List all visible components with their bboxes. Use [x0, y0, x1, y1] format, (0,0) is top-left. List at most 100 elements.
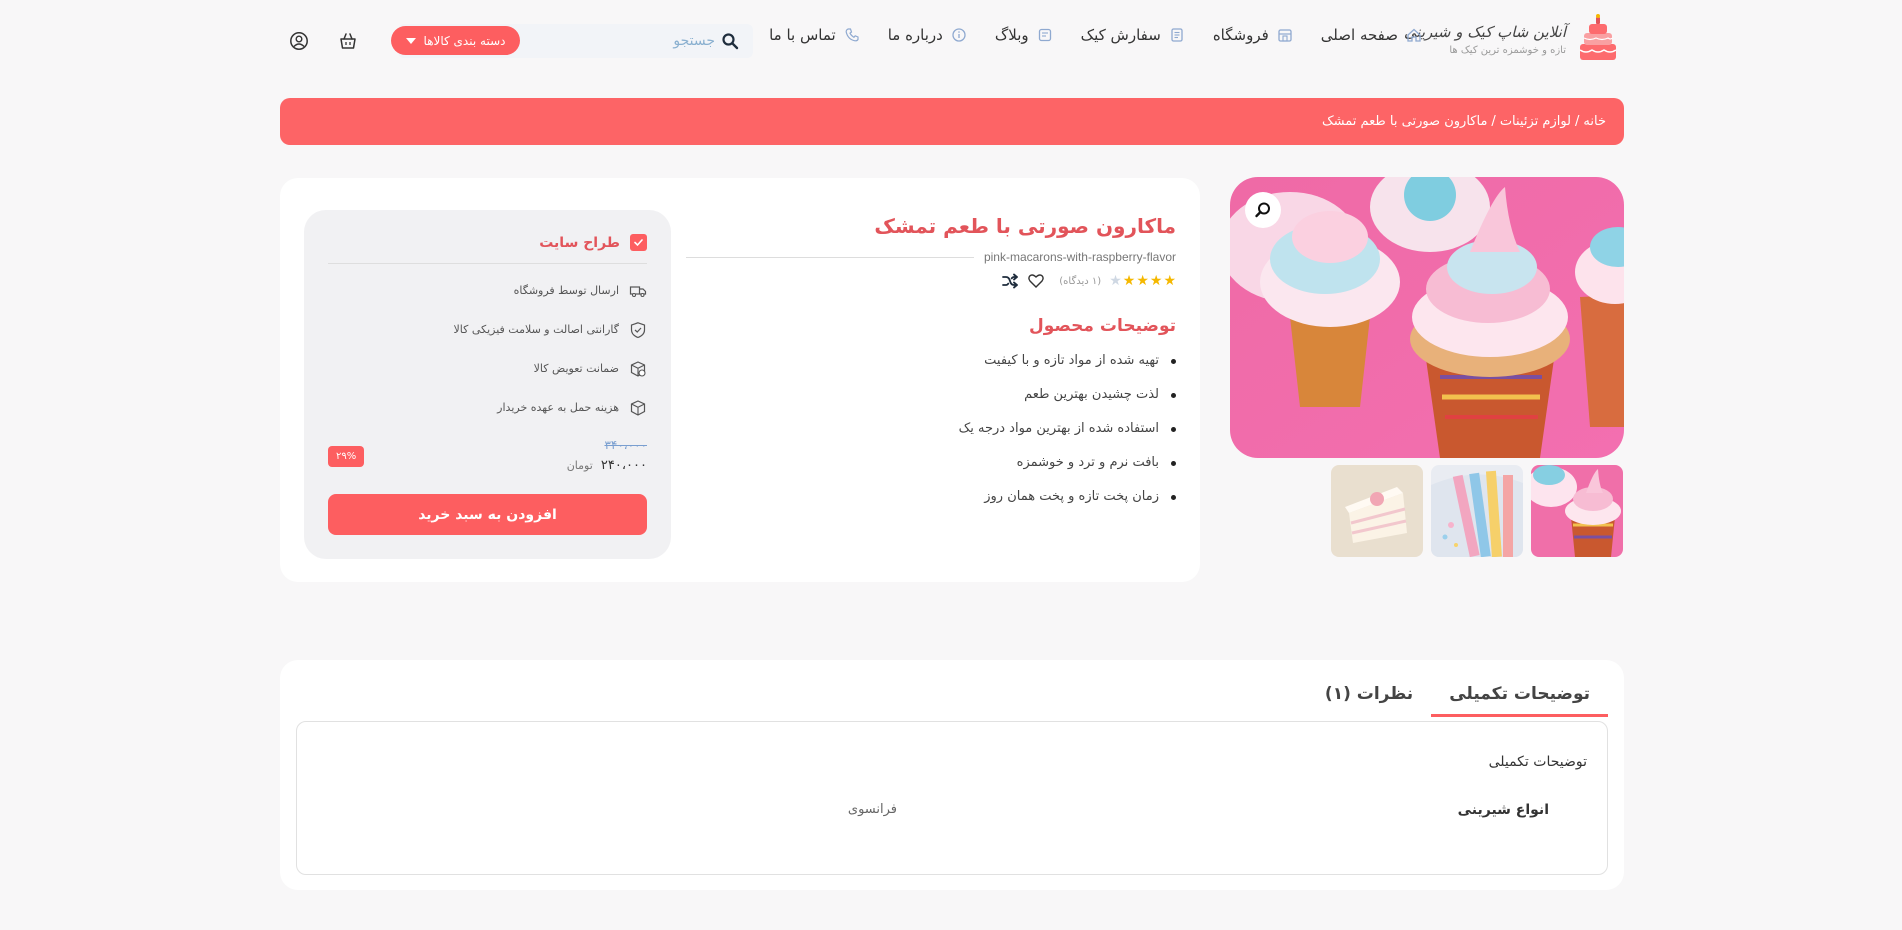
breadcrumb-home[interactable]: خانه	[1583, 114, 1606, 129]
home-icon	[1407, 28, 1421, 42]
nav-about-label: درباره ما	[887, 26, 943, 44]
product-info: ماکارون صورتی با طعم تمشک pink-macarons-…	[686, 214, 1176, 514]
rating-stars[interactable]: ★ ★ ★ ★ ★	[1109, 274, 1176, 288]
site-header: آنلاین شاپ کیک و شیرینی تازه و خوشمزه تر…	[0, 0, 1902, 84]
store-icon	[1278, 29, 1292, 42]
new-price: ۲۴۰،۰۰۰ تومان	[567, 458, 647, 473]
shield-icon	[630, 321, 646, 338]
feature-warranty: گارانتی اصالت و سلامت فیزیکی کالا	[328, 317, 647, 342]
breadcrumb-current: ماکارون صورتی با طعم تمشک	[1322, 114, 1488, 129]
breadcrumb: خانه / لوازم تزئینات / ماکارون صورتی با …	[280, 98, 1624, 145]
basket-icon[interactable]	[338, 31, 358, 51]
list-item: لذت چشیدن بهترین طعم	[686, 378, 1176, 412]
check-icon	[630, 234, 647, 251]
nav-order-label: سفارش کیک	[1080, 26, 1161, 44]
feature-shipping: ارسال توسط فروشگاه	[328, 278, 647, 303]
discount-badge: ۲۹%	[328, 446, 365, 467]
tab-bar: توضیحات تکمیلی نظرات (۱)	[1307, 684, 1608, 717]
sprinkles-thumb-image	[1431, 465, 1523, 557]
cupcake-thumb-image	[1531, 465, 1623, 557]
price-value: ۲۴۰،۰۰۰	[600, 458, 647, 473]
nav-home-label: صفحه اصلی	[1320, 26, 1398, 44]
cake-logo-icon	[1579, 14, 1617, 60]
nav-order-cake[interactable]: سفارش کیک	[1081, 26, 1185, 44]
rating-row: ★ ★ ★ ★ ★ (۱ دیدگاه)	[686, 272, 1176, 290]
feature-label: ضمانت تعویض کالا	[533, 362, 619, 375]
cake-slice-thumb-image	[1331, 465, 1423, 557]
star-icon: ★	[1122, 273, 1136, 289]
divider	[686, 256, 974, 258]
order-icon	[1171, 28, 1183, 42]
breadcrumb-separator: /	[1575, 114, 1580, 129]
thumbnail-sprinkles[interactable]	[1431, 465, 1523, 557]
old-price: ۳۴۰،۰۰۰	[604, 438, 647, 452]
review-count[interactable]: (۱ دیدگاه)	[1059, 276, 1101, 287]
description-title: توضیحات محصول	[1029, 316, 1176, 336]
blog-icon	[1038, 28, 1051, 42]
site-logo[interactable]: آنلاین شاپ کیک و شیرینی تازه و خوشمزه تر…	[1404, 14, 1622, 64]
cupcake-image	[1230, 177, 1624, 458]
category-button-label: دسته بندی کالاها	[423, 33, 506, 48]
tab-panel: توضیحات تکمیلی انواع شیرینی فرانسوی	[296, 721, 1608, 875]
feature-delivery-cost: هزینه حمل به عهده خریدار	[328, 395, 647, 420]
panel-title: توضیحات تکمیلی	[1488, 754, 1587, 770]
nav-contact-label: تماس با ما	[769, 26, 836, 44]
list-item: بافت نرم و ترد و خوشمزه	[686, 446, 1176, 480]
product-title: ماکارون صورتی با طعم تمشک	[874, 214, 1176, 238]
product-slug: pink-macarons-with-raspberry-flavor	[983, 250, 1176, 264]
main-nav: صفحه اصلی فروشگاه سفارش کیک وبلاگ درباره…	[769, 26, 1422, 44]
compare-shuffle-icon[interactable]	[1001, 272, 1019, 290]
slug-row: pink-macarons-with-raspberry-flavor	[686, 250, 1176, 264]
brand-name: آنلاین شاپ کیک و شیرینی	[1403, 22, 1566, 41]
phone-icon	[845, 28, 859, 42]
list-item: تهیه شده از مواد تازه و با کیفیت	[686, 344, 1176, 378]
attribute-value: فرانسوی	[847, 802, 897, 817]
nav-store-label: فروشگاه	[1212, 26, 1269, 44]
star-icon: ★	[1163, 273, 1176, 289]
tab-reviews[interactable]: نظرات (۱)	[1307, 684, 1431, 717]
breadcrumb-category[interactable]: لوازم تزئینات	[1500, 114, 1571, 129]
feature-label: گارانتی اصالت و سلامت فیزیکی کالا	[453, 323, 620, 336]
feature-label: هزینه حمل به عهده خریدار	[497, 401, 619, 414]
description-list: تهیه شده از مواد تازه و با کیفیت لذت چشی…	[686, 344, 1176, 514]
product-tabs-section: توضیحات تکمیلی نظرات (۱) توضیحات تکمیلی …	[280, 660, 1624, 890]
nav-blog[interactable]: وبلاگ	[995, 26, 1053, 44]
product-card: ماکارون صورتی با طعم تمشک pink-macarons-…	[280, 178, 1200, 582]
price-row: ۳۴۰،۰۰۰ ۲۴۰،۰۰۰ تومان ۲۹%	[328, 438, 647, 482]
nav-contact[interactable]: تماس با ما	[769, 26, 860, 44]
box-icon	[630, 399, 646, 416]
nav-about[interactable]: درباره ما	[888, 26, 967, 44]
list-item: زمان پخت تازه و پخت همان روز	[686, 480, 1176, 514]
star-icon: ★	[1136, 273, 1149, 289]
nav-blog-label: وبلاگ	[994, 26, 1029, 44]
exchange-icon	[630, 360, 646, 377]
chevron-down-icon	[405, 37, 416, 44]
list-item: استفاده شده از بهترین مواد درجه یک	[686, 412, 1176, 446]
feature-exchange: ضمانت تعویض کالا	[328, 356, 647, 381]
star-icon: ★	[1149, 273, 1163, 289]
category-menu-button[interactable]: دسته بندی کالاها	[391, 26, 520, 55]
attribute-name: انواع شیرینی	[1457, 802, 1549, 818]
feature-label: ارسال توسط فروشگاه	[513, 284, 619, 297]
heart-icon[interactable]	[1027, 272, 1045, 290]
brand-tagline: تازه و خوشمزه ترین کیک ها	[1449, 44, 1566, 56]
nav-home[interactable]: صفحه اصلی	[1321, 26, 1422, 44]
seller-row: طراح سایت	[328, 234, 647, 264]
search-icon[interactable]	[721, 32, 739, 50]
currency-label: تومان	[566, 459, 593, 472]
nav-store[interactable]: فروشگاه	[1213, 26, 1293, 44]
thumbnail-cupcakes[interactable]	[1531, 465, 1623, 557]
zoom-search-icon	[1255, 202, 1270, 218]
seller-name[interactable]: طراح سایت	[539, 235, 620, 251]
truck-icon	[629, 285, 647, 297]
buy-box: طراح سایت ارسال توسط فروشگاه گارانتی اصا…	[304, 210, 671, 559]
info-icon	[952, 28, 966, 42]
tab-additional-info[interactable]: توضیحات تکمیلی	[1431, 684, 1608, 717]
user-account-icon[interactable]	[289, 31, 309, 51]
breadcrumb-separator: /	[1491, 114, 1496, 129]
add-to-cart-button[interactable]: افزودن به سبد خرید	[328, 494, 647, 535]
thumbnail-cake-slice[interactable]	[1331, 465, 1423, 557]
zoom-button[interactable]	[1245, 192, 1281, 228]
product-main-image[interactable]	[1230, 177, 1624, 458]
star-icon: ★	[1109, 273, 1122, 289]
